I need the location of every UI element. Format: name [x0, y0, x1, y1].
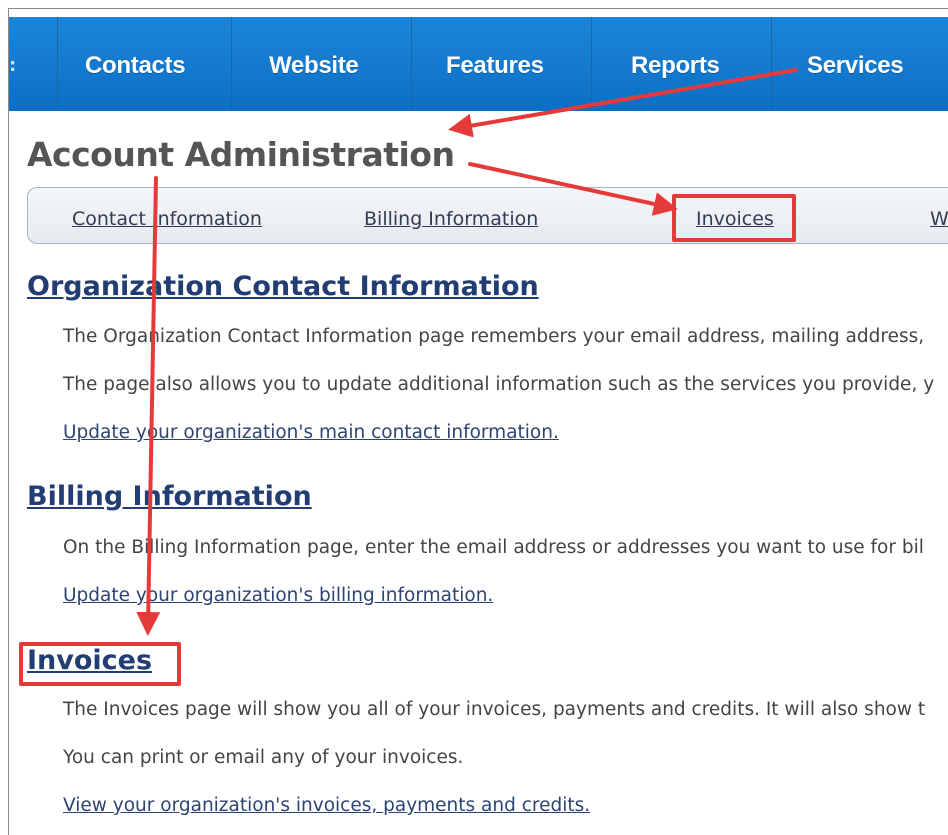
subnav-more[interactable]: W: [930, 208, 948, 230]
update-contact-link[interactable]: Update your organization's main contact …: [63, 422, 559, 443]
nav-separator: [591, 17, 592, 111]
top-navigation: : Contacts Website Features Reports Serv…: [9, 17, 948, 111]
subnav-billing-information[interactable]: Billing Information: [364, 208, 538, 230]
heading-invoices[interactable]: Invoices: [27, 645, 152, 676]
sub-navigation-bar: Contact Information Billing Information …: [27, 187, 948, 244]
billing-description: On the Billing Information page, enter t…: [63, 537, 924, 558]
nav-separator: [771, 17, 772, 111]
page-frame: : Contacts Website Features Reports Serv…: [8, 8, 948, 835]
invoices-description-2: You can print or email any of your invoi…: [63, 747, 464, 768]
page-title: Account Administration: [27, 135, 455, 174]
update-billing-link[interactable]: Update your organization's billing infor…: [63, 585, 493, 606]
nav-separator: [57, 17, 58, 111]
nav-item-website[interactable]: Website: [269, 52, 359, 80]
nav-separator: [411, 17, 412, 111]
subnav-contact-information[interactable]: Contact Information: [72, 208, 262, 230]
view-invoices-link[interactable]: View your organization's invoices, payme…: [63, 795, 590, 816]
nav-item-features[interactable]: Features: [446, 52, 544, 80]
contact-description-1: The Organization Contact Information pag…: [63, 326, 925, 347]
contact-description-2: The page also allows you to update addit…: [63, 374, 935, 395]
subnav-invoices[interactable]: Invoices: [696, 208, 774, 230]
nav-item-contacts[interactable]: Contacts: [85, 52, 186, 80]
heading-organization-contact-information[interactable]: Organization Contact Information: [27, 271, 539, 302]
nav-item-reports[interactable]: Reports: [631, 52, 720, 80]
nav-overflow-stub: :: [9, 55, 17, 76]
invoices-description-1: The Invoices page will show you all of y…: [63, 699, 926, 720]
nav-item-services[interactable]: Services: [807, 52, 904, 80]
heading-billing-information[interactable]: Billing Information: [27, 481, 312, 512]
nav-separator: [231, 17, 232, 111]
